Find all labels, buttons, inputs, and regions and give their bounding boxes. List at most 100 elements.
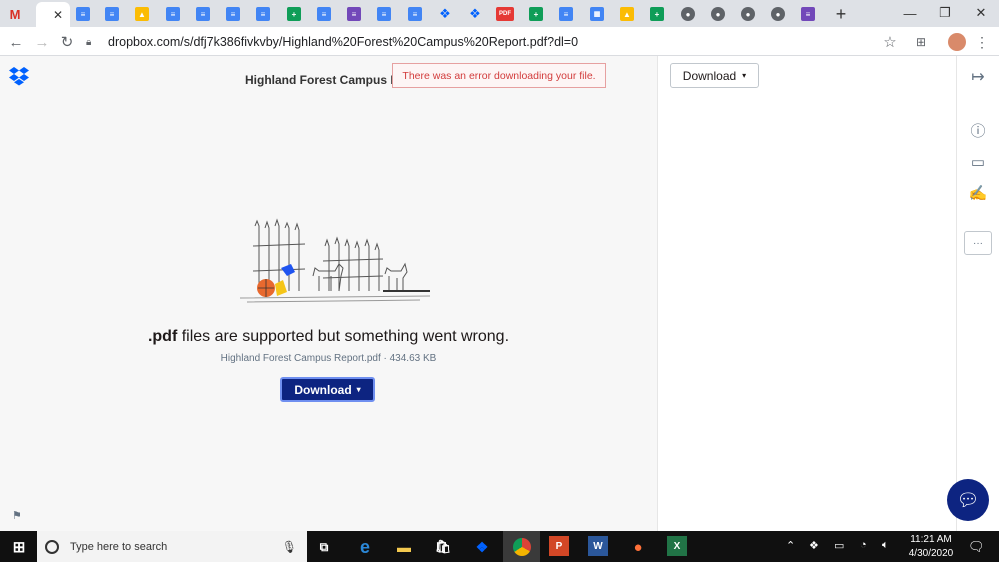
lock-icon: 🔒︎ <box>86 37 92 48</box>
sheets-icon: + <box>529 7 543 21</box>
side-download-button[interactable]: Download ▾ <box>670 63 759 88</box>
docs-icon: ≡ <box>196 7 210 21</box>
chat-icon: 💬︎ <box>956 489 980 510</box>
tab-forms[interactable]: ≡ <box>343 3 365 25</box>
side-download-label: Download <box>682 68 737 83</box>
error-message: .pdf files are supported but something w… <box>0 328 657 346</box>
microphone-icon[interactable]: 🎙︎ <box>282 540 297 554</box>
dropbox-logo-icon[interactable] <box>8 66 30 86</box>
cortana-icon <box>45 539 59 554</box>
dropbox-icon: ❖ <box>439 6 451 21</box>
tab-forms[interactable]: ≡ <box>797 3 819 25</box>
tab-gmail[interactable]: M <box>4 3 26 25</box>
chrome-icon[interactable] <box>503 531 540 562</box>
tab-docs[interactable]: ≡ <box>72 3 94 25</box>
error-banner: There was an error downloading your file… <box>392 63 606 88</box>
volume-icon[interactable]: 🔈︎ <box>882 539 889 552</box>
pdf-icon: PDF <box>496 7 514 21</box>
chevron-up-icon[interactable]: ⌃ <box>786 539 795 552</box>
tab-docs[interactable]: ≡ <box>313 3 335 25</box>
tab-web[interactable]: ● <box>677 3 699 25</box>
tab-docs[interactable]: ≡ <box>162 3 184 25</box>
tab-docs[interactable]: ≡ <box>222 3 244 25</box>
forms-icon: ≡ <box>347 7 361 21</box>
tab-docs[interactable]: ≡ <box>101 3 123 25</box>
sheets-icon: + <box>287 7 301 21</box>
document-title: Highland Forest Campus Re <box>245 73 395 87</box>
tab-dropbox[interactable]: ❖ <box>464 3 486 25</box>
dropbox-taskbar-icon[interactable]: ❖ <box>471 536 493 558</box>
menu-icon[interactable]: ⋮ <box>972 32 992 52</box>
signature-icon[interactable]: ✍ <box>967 182 989 204</box>
notifications-icon[interactable]: 🗨︎ <box>968 539 985 555</box>
clock[interactable]: 11:21 AM 4/30/2020 <box>903 533 959 561</box>
word-icon[interactable]: W <box>588 536 608 556</box>
docs-icon: ≡ <box>256 7 270 21</box>
edge-icon[interactable]: e <box>354 536 376 558</box>
info-icon[interactable]: ⓘ <box>967 119 989 141</box>
wifi-icon[interactable]: ◔ <box>860 539 867 551</box>
tab-sheets[interactable]: + <box>525 3 547 25</box>
avatar[interactable] <box>947 32 967 52</box>
browser-tab-bar: M ✕ ≡ ≡ ▲ ≡ ≡ ≡ ≡ + ≡ ≡ ≡ ≡ ❖ ❖ PDF + ≡ … <box>0 0 999 27</box>
excel-icon[interactable]: X <box>667 536 687 556</box>
new-tab-button[interactable]: + <box>830 3 852 25</box>
flag-icon[interactable]: ⚑ <box>12 509 24 522</box>
minimize-icon[interactable]: — <box>895 2 925 24</box>
restore-icon[interactable]: ❐ <box>930 2 960 24</box>
chat-support-button[interactable]: 💬︎ <box>947 479 989 521</box>
tab-pdf[interactable]: PDF <box>494 3 516 25</box>
comment-icon[interactable]: ▭ <box>967 151 989 173</box>
file-extension: .pdf <box>147 328 178 345</box>
close-icon[interactable]: ✕ <box>53 8 63 22</box>
windows-start-icon[interactable]: ⊞ <box>8 536 30 558</box>
battery-icon[interactable]: ▭ <box>834 539 844 552</box>
collapse-panel-icon[interactable]: ↦ <box>967 66 989 88</box>
globe-icon: ● <box>741 7 755 21</box>
file-explorer-icon[interactable]: ▬ <box>393 536 415 558</box>
url-field[interactable]: 🔒︎ dropbox.com/s/dfj7k386fivkvby/Highlan… <box>86 32 912 52</box>
globe-icon: ● <box>681 7 695 21</box>
globe-icon: ● <box>711 7 725 21</box>
firefox-icon[interactable]: ● <box>627 536 649 558</box>
back-icon[interactable]: ← <box>6 32 26 52</box>
tab-web[interactable]: ● <box>737 3 759 25</box>
tab-docs[interactable]: ≡ <box>555 3 577 25</box>
tab-sheets[interactable]: + <box>646 3 668 25</box>
window-close-icon[interactable]: ✕ <box>966 2 996 24</box>
download-button[interactable]: Download ▾ <box>280 377 375 402</box>
tab-web[interactable]: ● <box>707 3 729 25</box>
docs-icon: ≡ <box>105 7 119 21</box>
powerpoint-icon[interactable]: P <box>549 536 569 556</box>
docs-icon: ≡ <box>166 7 180 21</box>
error-message-text: files are supported but something went w… <box>177 328 510 345</box>
tab-web[interactable]: ● <box>767 3 789 25</box>
reload-icon[interactable]: ↻ <box>57 32 77 52</box>
forward-icon[interactable]: → <box>32 32 52 52</box>
tab-drive[interactable]: ▲ <box>616 3 638 25</box>
taskbar-search[interactable]: Type here to search 🎙︎ <box>37 531 307 562</box>
extensions-icon[interactable]: ⊞ <box>911 32 931 52</box>
tab-dropbox-active[interactable]: ✕ <box>36 2 70 27</box>
tab-docs[interactable]: ≡ <box>192 3 214 25</box>
file-info: Highland Forest Campus Report.pdf · 434.… <box>220 353 437 364</box>
tab-sheets[interactable]: + <box>283 3 305 25</box>
download-button-label: Download <box>294 382 352 397</box>
tab-docs[interactable]: ≡ <box>373 3 395 25</box>
clock-time: 11:21 AM <box>910 534 952 545</box>
more-options-button[interactable]: ··· <box>964 231 992 255</box>
url-text: dropbox.com/s/dfj7k386fivkvby/Highland%2… <box>108 35 579 49</box>
sheets-icon: + <box>650 7 664 21</box>
tab-drive[interactable]: ▲ <box>131 3 153 25</box>
gmail-icon: M <box>9 6 21 22</box>
tab-calendar[interactable]: ▦ <box>586 3 608 25</box>
task-view-icon[interactable]: ⧉ <box>313 536 335 558</box>
star-icon[interactable]: ☆ <box>880 32 900 52</box>
tab-docs[interactable]: ≡ <box>252 3 274 25</box>
tab-docs[interactable]: ≡ <box>404 3 426 25</box>
store-icon[interactable]: 🛍︎ <box>432 536 454 558</box>
tab-dropbox[interactable]: ❖ <box>434 3 456 25</box>
forms-icon: ≡ <box>801 7 815 21</box>
dropbox-tray-icon[interactable]: ❖ <box>809 539 819 552</box>
address-bar-row: ← → ↻ 🔒︎ dropbox.com/s/dfj7k386fivkvby/H… <box>0 27 999 56</box>
